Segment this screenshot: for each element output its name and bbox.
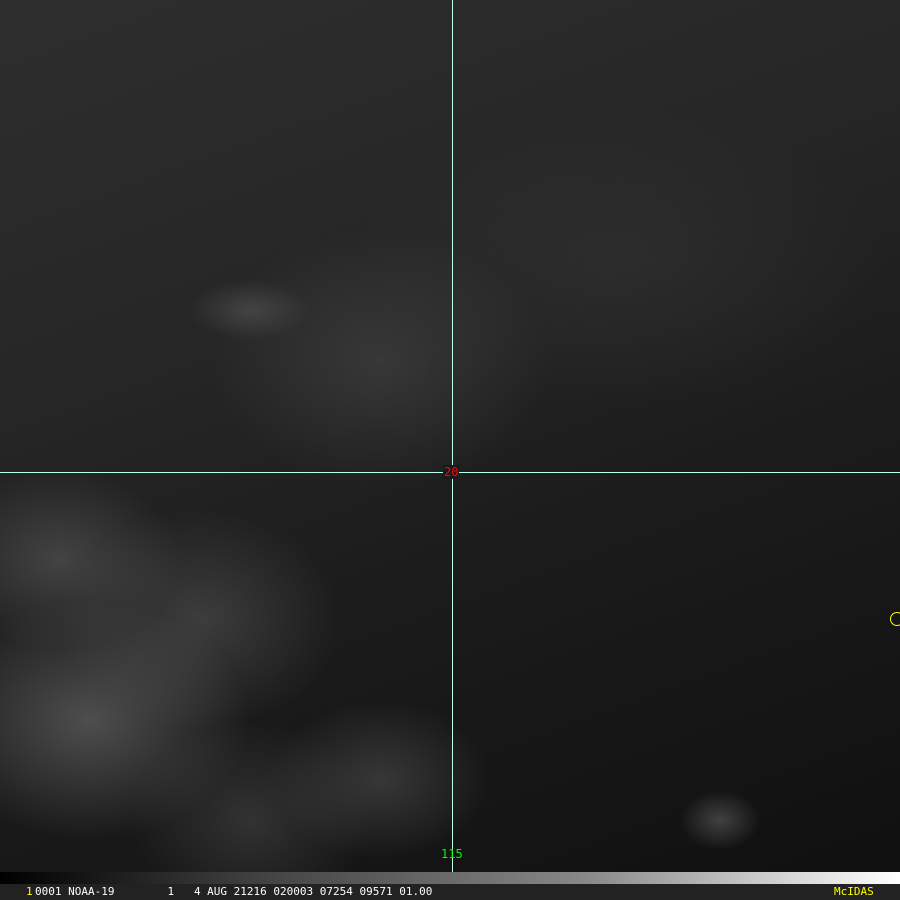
latitude-label: 20 (443, 465, 460, 479)
satellite-viewer: 20 115 1 0001 NOAA-19 1 4 AUG 21216 0200… (0, 0, 900, 900)
image-info: 0001 NOAA-19 1 4 AUG 21216 020003 07254 … (35, 885, 433, 898)
frame-number: 1 (26, 885, 33, 898)
satellite-image[interactable] (0, 0, 900, 872)
mcidas-logo: McIDAS (834, 885, 874, 898)
grayscale-colorbar (0, 872, 900, 884)
longitude-label: 115 (441, 847, 463, 861)
longitude-line (452, 0, 453, 872)
status-bar: 1 0001 NOAA-19 1 4 AUG 21216 020003 0725… (0, 884, 900, 900)
coastline-outline (890, 612, 900, 626)
